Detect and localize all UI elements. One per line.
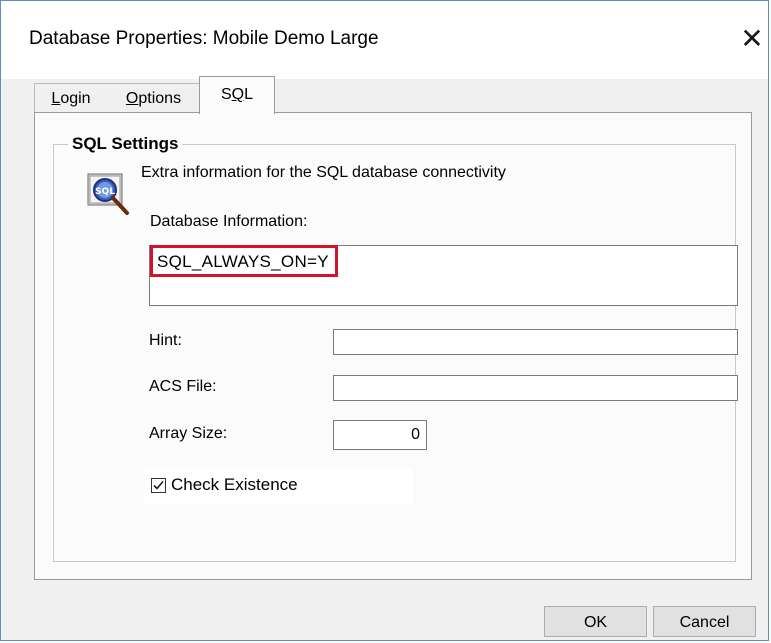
database-information-textarea[interactable]: SQL_ALWAYS_ON=Y (149, 245, 738, 306)
window-title: Database Properties: Mobile Demo Large (29, 28, 379, 49)
database-properties-dialog: Database Properties: Mobile Demo Large ✕… (0, 0, 769, 641)
tab-sql[interactable]: SQL (199, 76, 275, 114)
tab-login[interactable]: Login (34, 83, 108, 113)
title-bar: Database Properties: Mobile Demo Large ✕ (1, 1, 768, 79)
description-text: Extra information for the SQL database c… (141, 164, 506, 181)
sql-magnifier-icon: SQL (87, 173, 131, 217)
array-size-input[interactable]: 0 (333, 420, 427, 450)
group-title: SQL Settings (68, 133, 183, 155)
close-icon[interactable]: ✕ (736, 19, 768, 59)
cancel-button[interactable]: Cancel (653, 606, 756, 637)
checkmark-icon (153, 480, 164, 490)
sql-tab-panel: SQL Settings SQL Extra information for t… (34, 112, 752, 580)
check-existence-row: Check Existence (144, 468, 413, 504)
check-existence-checkbox[interactable] (151, 478, 166, 493)
database-information-value: SQL_ALWAYS_ON=Y (150, 245, 338, 277)
hint-label: Hint: (149, 332, 182, 349)
array-size-label: Array Size: (149, 425, 228, 442)
tab-options[interactable]: Options (107, 83, 201, 113)
database-information-label: Database Information: (150, 213, 308, 230)
acs-file-input[interactable] (333, 375, 738, 401)
svg-text:SQL: SQL (95, 187, 115, 197)
hint-input[interactable] (333, 329, 738, 355)
acs-file-label: ACS File: (149, 378, 217, 395)
check-existence-label[interactable]: Check Existence (171, 475, 298, 495)
ok-button[interactable]: OK (544, 606, 647, 637)
